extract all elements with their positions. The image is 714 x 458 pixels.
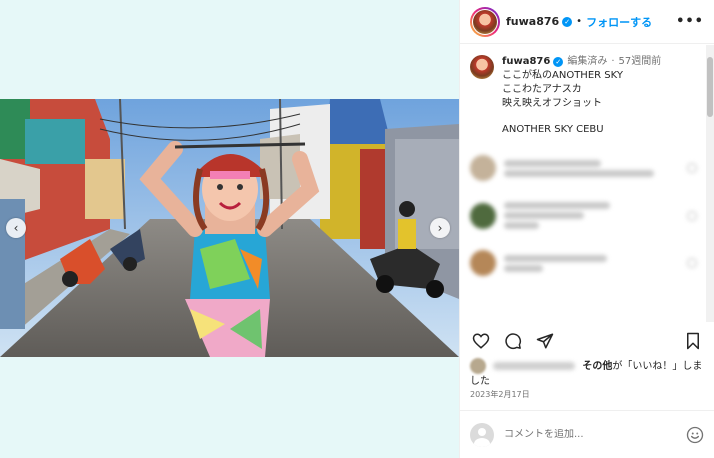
follow-button[interactable]: フォローする xyxy=(586,14,652,30)
caption-line: 映え映えオフショット xyxy=(502,98,602,109)
comment-bar xyxy=(460,410,714,458)
post-panel: fuwa876 ✓ • フォローする ••• fuwa876 ✓ 編集済み · … xyxy=(459,0,714,458)
edited-label: 編集済み xyxy=(567,56,608,67)
caption: fuwa876 ✓ 編集済み · 57週間前 ここが私のANOTHER SKY … xyxy=(470,55,697,137)
avatar xyxy=(470,155,496,181)
comments-scrollbar[interactable] xyxy=(706,45,714,322)
comment-icon[interactable] xyxy=(502,330,524,352)
verified-icon: ✓ xyxy=(553,57,564,67)
user-icon xyxy=(470,422,494,447)
heart-icon xyxy=(687,210,697,221)
more-icon[interactable]: ••• xyxy=(676,14,704,29)
scrollbar-thumb[interactable] xyxy=(707,57,713,117)
avatar[interactable] xyxy=(470,6,500,37)
chevron-left-icon[interactable]: ‹ xyxy=(6,218,26,238)
comments-section: fuwa876 ✓ 編集済み · 57週間前 ここが私のANOTHER SKY … xyxy=(460,45,707,322)
verified-icon: ✓ xyxy=(562,16,573,27)
post-header: fuwa876 ✓ • フォローする ••• xyxy=(460,0,714,44)
liker-name xyxy=(493,362,576,370)
caption-line: ここわたアナスカ xyxy=(502,84,582,95)
avatar xyxy=(470,358,486,374)
post-age[interactable]: 57週間前 xyxy=(619,55,662,69)
media-area: ‹ › xyxy=(0,0,459,458)
caption-avatar[interactable] xyxy=(470,55,494,79)
caption-line: ANOTHER SKY CEBU xyxy=(502,124,604,135)
action-bar xyxy=(470,330,704,352)
header-username[interactable]: fuwa876 xyxy=(506,15,559,28)
emoji-icon[interactable] xyxy=(686,426,704,444)
caption-username[interactable]: fuwa876 xyxy=(502,55,550,69)
bookmark-icon[interactable] xyxy=(682,330,704,352)
avatar xyxy=(470,202,496,229)
heart-icon xyxy=(687,258,697,268)
post-photo[interactable] xyxy=(0,99,459,357)
separator-dot: • xyxy=(576,16,583,27)
comment-row xyxy=(470,250,697,276)
likes-others-link[interactable]: その他 xyxy=(582,361,612,372)
post-date[interactable]: 2023年2月17日 xyxy=(470,389,530,400)
share-icon[interactable] xyxy=(534,330,556,352)
chevron-right-icon[interactable]: › xyxy=(430,218,450,238)
comment-row xyxy=(470,199,697,232)
heart-icon xyxy=(687,163,697,173)
likes-summary: その他が「いいね！」しました xyxy=(470,358,704,389)
avatar xyxy=(470,250,496,276)
caption-line: ここが私のANOTHER SKY xyxy=(502,70,623,81)
comment-row xyxy=(470,155,697,181)
caption-separator: · xyxy=(611,56,615,67)
street-photo-illustration xyxy=(0,99,459,357)
comment-input[interactable] xyxy=(504,429,674,440)
caption-body: fuwa876 ✓ 編集済み · 57週間前 ここが私のANOTHER SKY … xyxy=(502,55,661,137)
heart-icon[interactable] xyxy=(470,330,492,352)
